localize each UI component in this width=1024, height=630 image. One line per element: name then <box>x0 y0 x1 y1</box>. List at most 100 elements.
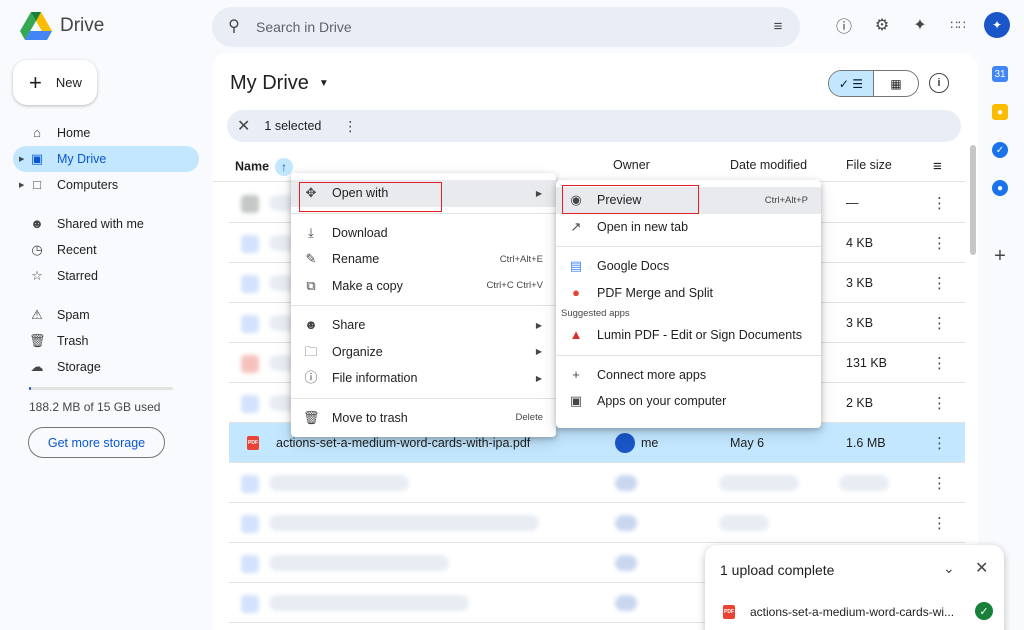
menu-item-lumin-pdf[interactable]: ▲ Lumin PDF - Edit or Sign Documents <box>556 322 821 349</box>
my-drive-icon: ▣ <box>30 151 44 166</box>
pencil-icon: ✎ <box>305 251 317 267</box>
add-addon-icon[interactable]: + <box>992 245 1008 267</box>
page-title[interactable]: My Drive ▼ <box>230 72 329 95</box>
menu-item-move-to-trash[interactable]: 🗑 Move to trash Delete <box>291 405 556 432</box>
list-view-icon[interactable]: ✓ ☰ <box>829 71 874 96</box>
help-icon[interactable]: ⓘ <box>832 13 856 37</box>
google-docs-icon: ▤ <box>569 258 583 274</box>
file-size: 1.6 MB <box>846 436 886 450</box>
star-icon: ☆ <box>31 268 43 283</box>
keep-icon[interactable]: ● <box>992 104 1008 120</box>
menu-item-label: File information <box>332 371 418 386</box>
view-toggle[interactable]: ✓ ☰ ▦ <box>828 70 919 97</box>
uploaded-file-name[interactable]: actions-set-a-medium-word-cards-wi... <box>750 605 954 619</box>
menu-item-label: Preview <box>597 193 642 208</box>
menu-item-organize[interactable]: 🗀 Organize ▶ <box>291 339 556 366</box>
get-more-storage-button[interactable]: Get more storage <box>28 427 165 458</box>
menu-item-apps-on-computer[interactable]: ▣ Apps on your computer <box>556 388 821 415</box>
menu-item-label: Share <box>332 318 366 333</box>
sidebar-item-starred[interactable]: ☆ Starred <box>13 263 199 289</box>
sidebar-item-recent[interactable]: ◷ Recent <box>13 237 199 263</box>
more-icon[interactable]: ⋮ <box>932 394 947 412</box>
chevron-down-icon: ▼ <box>318 78 329 89</box>
chevron-down-icon[interactable]: ⌄ <box>943 560 955 577</box>
file-name: actions-set-a-medium-word-cards-with-ipa… <box>276 436 531 450</box>
tasks-icon[interactable]: ✓ <box>992 142 1008 158</box>
menu-item-make-a-copy[interactable]: ⧉ Make a copy Ctrl+C Ctrl+V <box>291 273 556 300</box>
more-icon[interactable]: ⋮ <box>932 354 947 372</box>
search-icon[interactable]: ⚲ <box>226 19 242 35</box>
more-icon[interactable]: ⋮ <box>932 434 947 452</box>
check-circle-icon: ✓ <box>975 602 993 620</box>
sidebar-item-trash[interactable]: 🗑 Trash <box>13 328 199 354</box>
sort-arrow-up-icon[interactable]: ↑ <box>275 158 294 176</box>
sidebar-item-shared-with-me[interactable]: ☻ Shared with me <box>13 211 199 237</box>
more-icon[interactable]: ⋮ <box>932 474 947 492</box>
more-icon[interactable]: ⋮ <box>932 514 947 532</box>
account-avatar[interactable]: ✦ <box>984 12 1010 38</box>
apps-grid-icon[interactable]: ∷∷ <box>946 13 970 37</box>
table-row[interactable]: ⋮ <box>229 503 965 543</box>
search-bar[interactable]: ⚲ ≡ <box>212 7 800 47</box>
file-size: 3 KB <box>846 316 874 330</box>
sidebar-item-spam[interactable]: ⚠ Spam <box>13 302 199 328</box>
menu-item-open-in-new-tab[interactable]: ↗ Open in new tab <box>556 214 821 241</box>
clear-selection-icon[interactable]: ✕ <box>237 116 250 136</box>
menu-item-rename[interactable]: ✎ Rename Ctrl+Alt+E <box>291 246 556 273</box>
menu-item-download[interactable]: ⤓ Download <box>291 220 556 247</box>
contacts-icon[interactable]: ● <box>992 180 1008 196</box>
new-label: New <box>55 75 82 90</box>
expand-caret-icon[interactable]: ▶ <box>19 181 24 189</box>
settings-icon[interactable]: ⚙ <box>870 13 894 37</box>
table-row[interactable]: ⋮ <box>229 463 965 503</box>
sidebar-item-label: Spam <box>57 308 90 322</box>
menu-item-connect-more-apps[interactable]: + Connect more apps <box>556 362 821 389</box>
more-icon[interactable]: ⋮ <box>932 314 947 332</box>
search-options-icon[interactable]: ≡ <box>770 19 786 35</box>
file-size: 2 KB <box>846 396 874 410</box>
menu-item-label: Lumin PDF - Edit or Sign Documents <box>597 328 802 343</box>
more-actions-icon[interactable]: ⋮ <box>343 118 357 135</box>
eye-icon: ◉ <box>570 192 582 208</box>
expand-caret-icon[interactable]: ▶ <box>19 155 24 163</box>
grid-view-icon[interactable]: ▦ <box>874 71 918 96</box>
sidebar-item-label: Computers <box>57 178 119 192</box>
sort-options-icon[interactable]: ≡ <box>933 158 942 175</box>
column-name[interactable]: Name ↑ <box>235 158 294 176</box>
info-icon[interactable]: i <box>929 73 949 93</box>
shortcut-label: Ctrl+Alt+P <box>764 194 808 206</box>
owner-avatar <box>615 433 635 453</box>
sidebar-item-computers[interactable]: ▶ □ Computers <box>13 172 199 198</box>
gemini-icon[interactable]: ✦ <box>908 13 932 37</box>
menu-item-label: Move to trash <box>332 410 408 425</box>
sidebar-item-my-drive[interactable]: ▶ ▣ My Drive <box>13 146 199 172</box>
scrollbar[interactable] <box>970 145 976 255</box>
menu-item-share[interactable]: ☻ Share ▶ <box>291 312 556 339</box>
menu-item-file-information[interactable]: ⓘ File information ▶ <box>291 365 556 392</box>
menu-item-pdf-merge-split[interactable]: ● PDF Merge and Split <box>556 280 821 307</box>
menu-item-preview[interactable]: ◉ Preview Ctrl+Alt+P <box>556 187 821 214</box>
search-input[interactable] <box>256 19 770 35</box>
menu-item-open-with[interactable]: ✥ Open with ▶ <box>291 180 556 207</box>
plus-icon: + <box>29 69 42 95</box>
sidebar-item-storage[interactable]: ☁ Storage <box>13 354 199 380</box>
sidebar-item-label: Storage <box>57 360 101 374</box>
menu-item-google-docs[interactable]: ▤ Google Docs <box>556 253 821 280</box>
more-icon[interactable]: ⋮ <box>932 194 947 212</box>
close-icon[interactable]: ✕ <box>975 558 988 578</box>
drive-logo[interactable]: Drive <box>20 12 104 40</box>
menu-item-label: Apps on your computer <box>597 394 727 409</box>
column-owner: Owner <box>613 158 650 172</box>
menu-item-label: Connect more apps <box>597 367 707 382</box>
calendar-icon[interactable]: 31 <box>992 66 1008 82</box>
menu-item-label: Make a copy <box>332 278 403 293</box>
menu-item-label: Open in new tab <box>597 219 689 234</box>
more-icon[interactable]: ⋮ <box>932 234 947 252</box>
new-button[interactable]: + New <box>13 60 97 105</box>
selection-count: 1 selected <box>264 119 322 133</box>
more-icon[interactable]: ⋮ <box>932 274 947 292</box>
menu-item-label: PDF Merge and Split <box>597 285 714 300</box>
sidebar-item-home[interactable]: ⌂ Home <box>13 120 199 146</box>
column-date-modified[interactable]: Date modified <box>730 158 807 172</box>
column-file-size[interactable]: File size <box>846 158 892 172</box>
